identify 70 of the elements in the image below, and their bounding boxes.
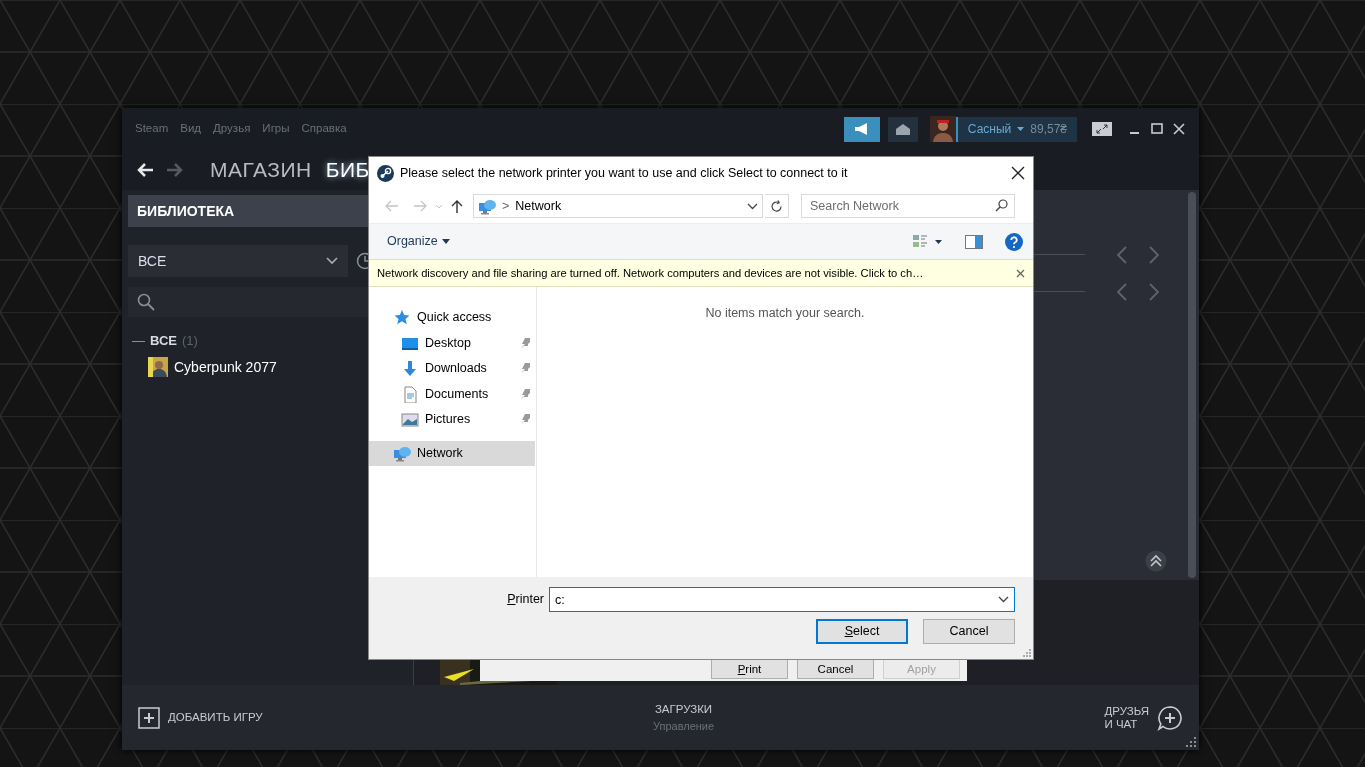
downloads-icon <box>401 360 419 378</box>
nav-item[interactable]: Pictures <box>369 407 535 433</box>
announcement-button[interactable] <box>843 116 880 142</box>
group-label[interactable]: ВСЕ <box>150 331 177 351</box>
chevron-down-icon <box>998 596 1009 603</box>
refresh-button[interactable] <box>765 194 789 218</box>
avatar <box>929 116 956 142</box>
organize-menu[interactable]: Organize <box>387 232 450 251</box>
back-button[interactable] <box>136 162 154 178</box>
forward-button[interactable] <box>166 162 184 178</box>
documents-icon <box>401 385 419 403</box>
field-label: Printer <box>507 591 544 609</box>
plus-box-icon <box>138 706 160 729</box>
nav-tab[interactable]: МАГАЗИН <box>210 154 312 186</box>
downloads-button[interactable]: ЗАГРУЗКИ Управление <box>652 700 715 735</box>
chevron-down-icon <box>747 202 758 210</box>
caret-icon <box>441 239 450 244</box>
dialog-button[interactable]: Print <box>711 659 788 679</box>
quick-icon <box>393 309 411 327</box>
dialog-title: Please select the network printer you want to use and click Select to connect to it <box>400 164 849 182</box>
add-game-button[interactable]: ДОБАВИТЬ ИГРУ <box>138 706 263 729</box>
menu-item[interactable]: Справка <box>301 120 347 138</box>
maximize-icon[interactable] <box>1150 122 1164 136</box>
steam-logo-icon <box>377 164 394 182</box>
nav-item[interactable]: Network <box>369 440 535 466</box>
empty-message: No items match your search. <box>705 306 865 320</box>
collapse-toggle[interactable]: — <box>132 331 145 351</box>
game-count: (1) <box>181 332 198 350</box>
resize-grip-icon[interactable] <box>1023 649 1031 657</box>
search-icon <box>137 293 155 311</box>
forward-arrow-icon <box>166 162 184 178</box>
network-icon <box>478 197 496 215</box>
search-icon <box>995 199 1008 212</box>
refresh-icon <box>770 199 783 213</box>
resize-grip-icon[interactable] <box>1186 737 1196 747</box>
filter-dropdown[interactable]: ВСЕ <box>128 245 348 277</box>
search-field[interactable]: Search Network <box>801 194 1015 218</box>
caret-icon <box>1017 127 1025 131</box>
close-icon[interactable] <box>1011 166 1025 180</box>
pictures-icon <box>401 411 419 429</box>
view-options-icon[interactable] <box>913 234 943 249</box>
network-icon <box>393 444 411 462</box>
expand-icon <box>1095 124 1109 134</box>
scroll-top-icon[interactable] <box>1145 550 1167 572</box>
account-button[interactable]: Сасный 89,57₴ <box>955 116 1077 142</box>
up-arrow-icon <box>451 199 463 213</box>
dialog-button[interactable]: Cancel <box>797 659 874 679</box>
printer-combobox[interactable]: c: <box>549 587 1015 612</box>
game-icon <box>148 357 168 377</box>
dialog-button[interactable]: Select <box>816 619 908 644</box>
chevron-down-icon <box>326 257 338 265</box>
nav-item[interactable]: Desktop <box>369 330 535 356</box>
fullscreen-button[interactable] <box>1092 122 1112 136</box>
preview-pane-icon[interactable] <box>965 234 983 249</box>
scrollbar[interactable] <box>1188 192 1196 578</box>
nav-item[interactable]: Documents <box>369 381 535 407</box>
search-field[interactable] <box>128 287 368 317</box>
megaphone-icon <box>853 123 870 135</box>
chat-plus-icon <box>1157 704 1183 731</box>
nav-item[interactable]: Quick access <box>369 305 535 331</box>
back-arrow-icon <box>385 200 399 212</box>
friends-chat-button[interactable]: ДРУЗЬЯ И ЧАТ <box>1104 704 1183 731</box>
mail-button[interactable] <box>887 116 918 142</box>
forward-arrow-icon <box>413 200 427 212</box>
help-icon[interactable] <box>1005 232 1023 251</box>
game-title[interactable]: Cyberpunk 2077 <box>174 356 277 378</box>
back-arrow-icon <box>136 162 154 178</box>
address-bar[interactable]: > Network <box>473 194 763 218</box>
dialog-button[interactable]: Cancel <box>923 619 1015 644</box>
nav-item[interactable]: Downloads <box>369 356 535 382</box>
